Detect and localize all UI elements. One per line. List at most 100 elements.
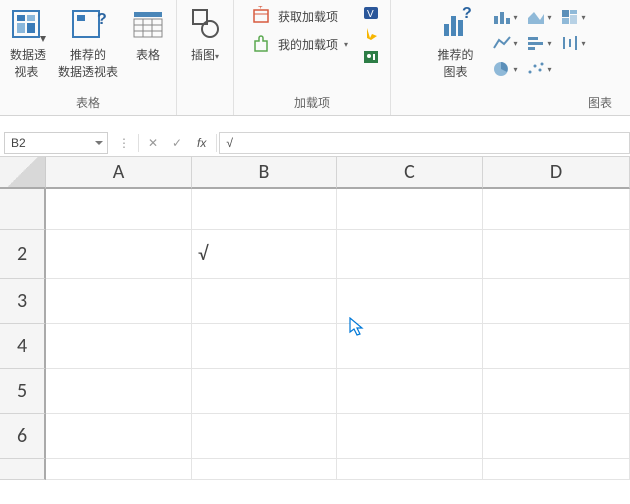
pivot-table-icon	[10, 6, 46, 42]
stock-chart-icon	[560, 34, 580, 52]
fx-icon[interactable]: fx	[197, 136, 206, 150]
cell-C[interactable]	[337, 459, 483, 480]
formula-value: √	[226, 136, 233, 150]
cell-A4[interactable]	[46, 324, 192, 369]
cell-A2[interactable]	[46, 230, 192, 279]
cell-A[interactable]	[46, 459, 192, 480]
cell-D6[interactable]	[483, 414, 630, 459]
scatter-chart-button[interactable]: ▾	[526, 60, 552, 78]
svg-text:?: ?	[462, 6, 472, 22]
cell-C[interactable]	[337, 189, 483, 230]
illustrations-label: 插图▾	[191, 46, 219, 63]
chevron-down-icon: ▾	[344, 40, 348, 49]
cell-C4[interactable]	[337, 324, 483, 369]
recommended-pivot-button[interactable]: ? 推荐的 数据透视表	[56, 4, 120, 80]
illustrations-button[interactable]: 插图▾	[185, 4, 225, 63]
row-header-6[interactable]: 6	[0, 414, 46, 459]
line-chart-icon	[492, 34, 512, 52]
cancel-button[interactable]: ✕	[141, 131, 165, 155]
store-icon: +	[252, 6, 272, 26]
hierarchy-chart-icon	[560, 8, 580, 26]
column-chart-icon	[492, 8, 512, 26]
cell-D2[interactable]	[483, 230, 630, 279]
visio-addin-button[interactable]: V	[362, 4, 382, 22]
row-header-0[interactable]	[0, 189, 46, 230]
recommended-charts-label: 推荐的 图表	[438, 46, 474, 80]
pivot-table-button[interactable]: 数据透 视表	[8, 4, 48, 80]
hierarchy-chart-button[interactable]: ▾	[560, 8, 586, 26]
pie-chart-button[interactable]: ▾	[492, 60, 518, 78]
formula-input[interactable]: √	[219, 132, 630, 154]
row-header-5[interactable]: 5	[0, 369, 46, 414]
formula-bar: B2 ⋮ ✕ ✓ fx √	[0, 130, 630, 157]
stock-chart-button[interactable]: ▾	[560, 34, 586, 52]
cell-B[interactable]	[192, 189, 337, 230]
get-addins-button[interactable]: + 获取加载项	[248, 4, 352, 28]
bar-chart-button[interactable]: ▾	[526, 34, 552, 52]
name-box[interactable]: B2	[4, 132, 108, 154]
area-chart-icon	[526, 8, 546, 26]
recommended-pivot-icon: ?	[70, 6, 106, 42]
group-charts: ? 推荐的 图表 ▾ ▾ ▾ ▾ ▾ ▾ ▾ ▾	[391, 0, 630, 115]
cell-B5[interactable]	[192, 369, 337, 414]
my-addins-label: 我的加载项	[278, 36, 338, 53]
bing-icon	[362, 26, 382, 44]
pie-chart-icon	[492, 60, 512, 78]
bing-addin-button[interactable]	[362, 26, 382, 44]
svg-text:V: V	[367, 9, 374, 20]
cell-C5[interactable]	[337, 369, 483, 414]
row-header-2[interactable]: 2	[0, 230, 46, 279]
group-tables: 数据透 视表 ? 推荐的 数据透视表 表格 表格	[0, 0, 177, 115]
cell-D4[interactable]	[483, 324, 630, 369]
cell-A3[interactable]	[46, 279, 192, 324]
my-addins-button[interactable]: 我的加载项 ▾	[248, 32, 352, 56]
group-addins: + 获取加载项 我的加载项 ▾ V	[234, 0, 391, 115]
column-header-A[interactable]: A	[46, 157, 192, 189]
spreadsheet-grid[interactable]: ABCD 2 √ 3456	[0, 157, 630, 480]
cell-C2[interactable]	[337, 230, 483, 279]
table-label: 表格	[136, 46, 160, 63]
people-addin-button[interactable]	[362, 48, 382, 66]
cell-C6[interactable]	[337, 414, 483, 459]
cell-B[interactable]	[192, 459, 337, 480]
select-all-corner[interactable]	[0, 157, 46, 189]
enter-button[interactable]: ✓	[165, 131, 189, 155]
cell-D5[interactable]	[483, 369, 630, 414]
line-chart-button[interactable]: ▾	[492, 34, 518, 52]
table-button[interactable]: 表格	[128, 4, 168, 80]
cell-B4[interactable]	[192, 324, 337, 369]
cell-B6[interactable]	[192, 414, 337, 459]
recommended-charts-button[interactable]: ? 推荐的 图表	[436, 4, 476, 80]
cell-A5[interactable]	[46, 369, 192, 414]
column-header-B[interactable]: B	[192, 157, 337, 189]
recommended-charts-icon: ?	[438, 6, 474, 42]
pivot-table-label: 数据透 视表	[10, 46, 46, 80]
addins-icon	[252, 34, 272, 54]
cell-D[interactable]	[483, 189, 630, 230]
people-graph-icon	[362, 48, 382, 66]
cell-A6[interactable]	[46, 414, 192, 459]
bar-chart-icon	[526, 34, 546, 52]
table-icon	[130, 6, 166, 42]
illustrations-icon	[187, 6, 223, 42]
svg-text:?: ?	[97, 11, 106, 28]
svg-text:+: +	[258, 6, 263, 11]
name-box-value: B2	[11, 136, 26, 150]
row-header-6[interactable]	[0, 459, 46, 480]
cell-B2[interactable]: √	[192, 230, 337, 279]
row-header-3[interactable]: 3	[0, 279, 46, 324]
area-chart-button[interactable]: ▾	[526, 8, 552, 26]
cell-A[interactable]	[46, 189, 192, 230]
cell-C3[interactable]	[337, 279, 483, 324]
dropdown-button[interactable]: ⋮	[112, 131, 136, 155]
column-header-D[interactable]: D	[483, 157, 630, 189]
group-charts-label: 图表	[588, 94, 612, 115]
row-header-4[interactable]: 4	[0, 324, 46, 369]
cell-B3[interactable]	[192, 279, 337, 324]
recommended-pivot-label: 推荐的 数据透视表	[58, 46, 118, 80]
group-addins-label: 加载项	[294, 94, 330, 115]
column-chart-button[interactable]: ▾	[492, 8, 518, 26]
column-header-C[interactable]: C	[337, 157, 483, 189]
cell-D3[interactable]	[483, 279, 630, 324]
cell-D[interactable]	[483, 459, 630, 480]
